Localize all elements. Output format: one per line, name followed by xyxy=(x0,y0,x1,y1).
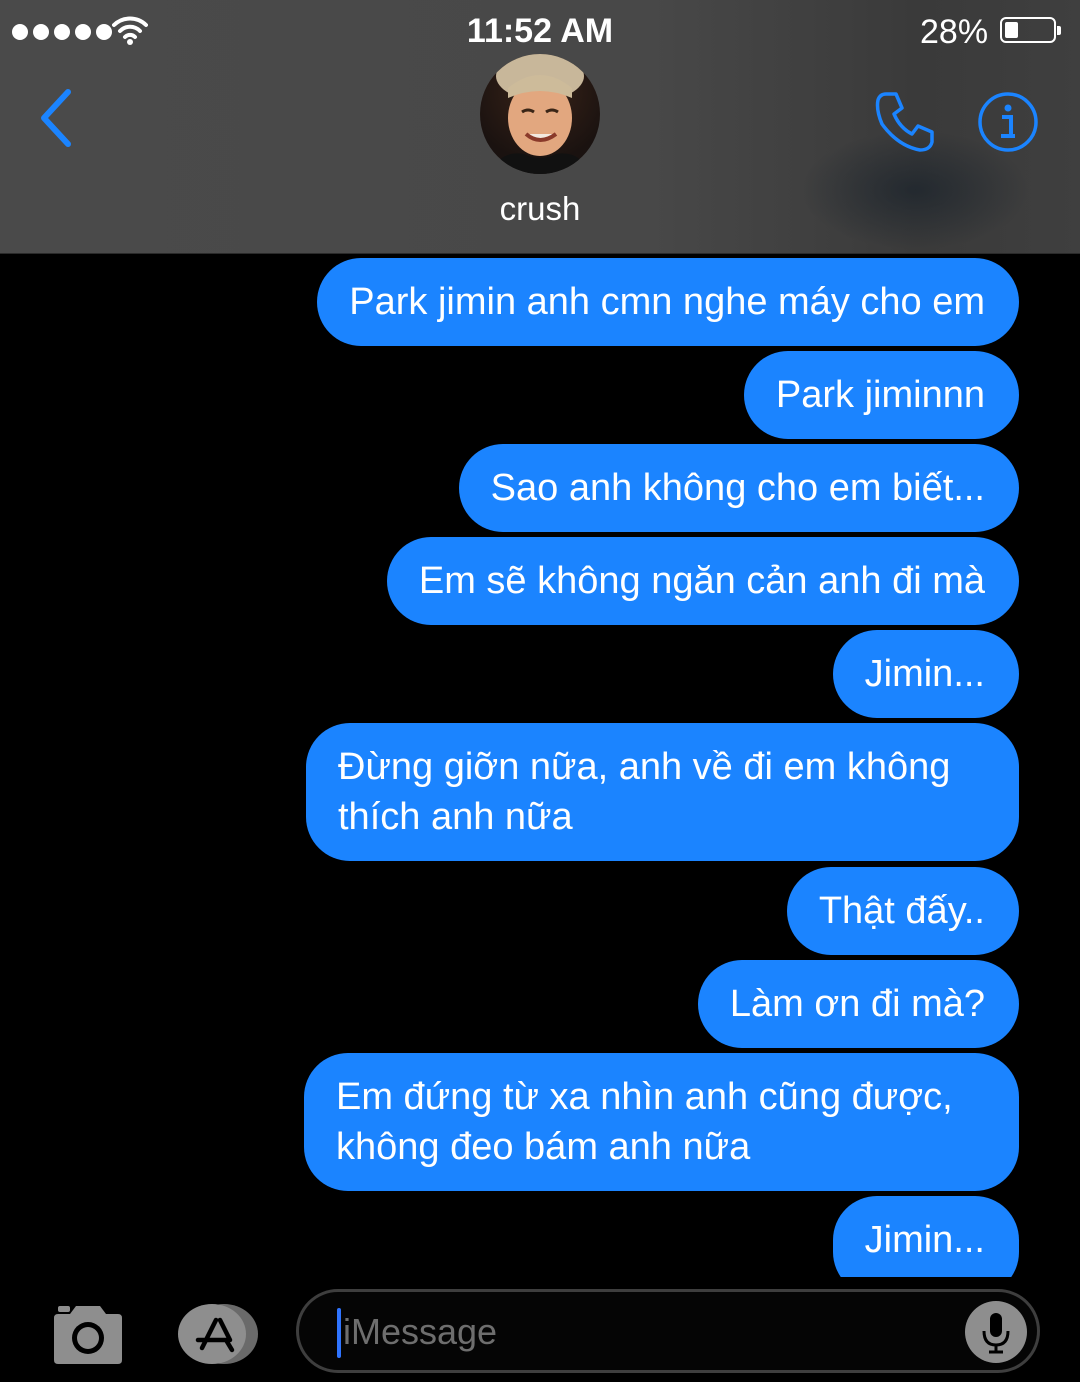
message-text: Thật đấy.. xyxy=(818,890,985,932)
message-text: Jimin... xyxy=(864,1219,985,1261)
message-bubble[interactable]: Làm ơn đi mà? xyxy=(697,960,1019,1048)
message-bubble[interactable]: Em sẽ không ngăn cản anh đi mà xyxy=(386,537,1019,625)
phone-icon[interactable] xyxy=(872,88,938,154)
microphone-button[interactable] xyxy=(965,1301,1027,1363)
message-bubble[interactable]: Park jiminnn xyxy=(743,351,1019,439)
info-icon[interactable] xyxy=(976,90,1040,154)
message-thread[interactable]: Park jimin anh cmn nghe máy cho em Park … xyxy=(0,253,1080,1277)
contact-name[interactable]: crush xyxy=(0,190,1080,228)
app-store-icon[interactable] xyxy=(172,1302,262,1366)
message-bubble[interactable]: Park jimin anh cmn nghe máy cho em xyxy=(317,258,1019,346)
message-bubble[interactable]: Đừng giỡn nữa, anh về đi em không thích … xyxy=(306,723,1019,861)
message-bubble[interactable]: Jimin... xyxy=(832,630,1019,718)
messages-screen: 11:52 AM 28% crush Park jimin anh cmn ng… xyxy=(0,0,1080,1382)
battery-percent: 28% xyxy=(920,13,989,51)
message-text: Park jiminnn xyxy=(775,374,985,416)
message-input[interactable]: iMessage xyxy=(296,1289,1040,1373)
battery-icon xyxy=(1000,17,1061,43)
message-text: Park jimin anh cmn nghe máy cho em xyxy=(349,281,985,323)
message-bubble[interactable]: Sao anh không cho em biết... xyxy=(458,444,1019,532)
message-bubble[interactable]: Thật đấy.. xyxy=(786,867,1019,955)
message-input-placeholder: iMessage xyxy=(343,1311,498,1352)
message-bubble[interactable]: Jimin... xyxy=(832,1196,1019,1277)
microphone-icon xyxy=(982,1313,1010,1354)
back-chevron-icon[interactable] xyxy=(30,84,90,154)
message-text: Làm ơn đi mà? xyxy=(729,983,985,1025)
message-text: Jimin... xyxy=(864,653,985,695)
status-time: 11:52 AM xyxy=(466,12,614,50)
compose-bar: iMessage xyxy=(0,1277,1080,1382)
conversation-header: 11:52 AM 28% crush xyxy=(0,0,1080,254)
battery-level-fill xyxy=(1005,22,1018,38)
camera-icon[interactable] xyxy=(50,1302,126,1368)
message-text: Sao anh không cho em biết... xyxy=(490,467,985,509)
avatar-photo xyxy=(490,54,590,174)
text-cursor xyxy=(337,1308,341,1358)
message-text: Đừng giỡn nữa, anh về đi em không thích … xyxy=(338,746,951,838)
message-bubble[interactable]: Em đứng từ xa nhìn anh cũng được, không … xyxy=(304,1053,1019,1191)
message-text: Em đứng từ xa nhìn anh cũng được, không … xyxy=(336,1076,953,1168)
message-text: Em sẽ không ngăn cản anh đi mà xyxy=(418,560,985,602)
avatar[interactable] xyxy=(480,54,600,174)
